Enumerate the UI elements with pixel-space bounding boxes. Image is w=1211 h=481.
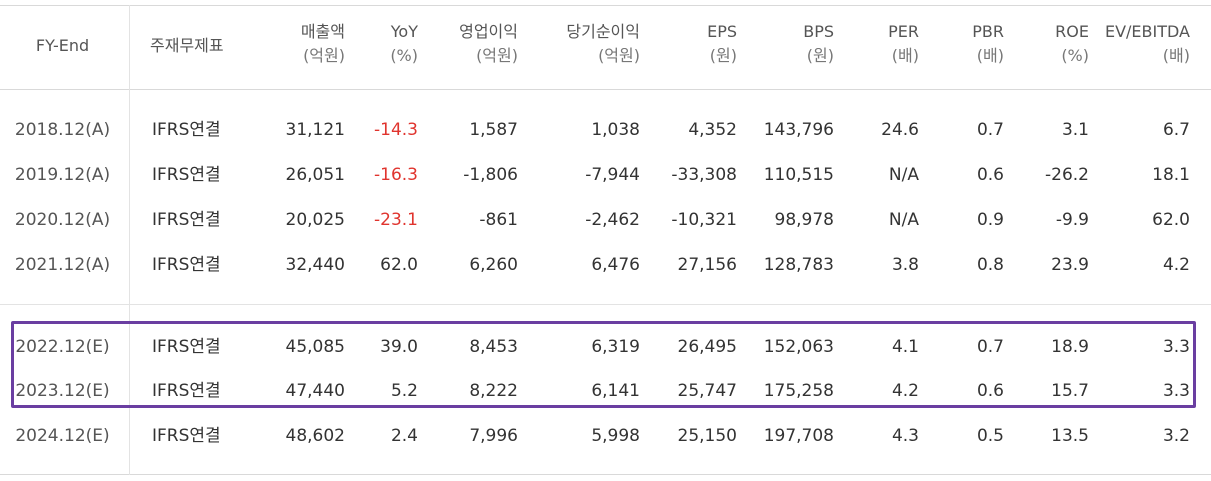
header-ev-ebitda: EV/EBITDA (배) (1104, 22, 1190, 65)
operating-profit-cell: 6,260 (469, 255, 518, 275)
header-roe: ROE (%) (1055, 22, 1089, 65)
operating-profit-cell: -1,806 (463, 165, 518, 185)
ev-ebitda-cell: 62.0 (1152, 210, 1190, 230)
bps-cell: 143,796 (763, 120, 834, 140)
ev-ebitda-cell: 6.7 (1162, 120, 1190, 140)
header-sales: 매출액 (억원) (300, 22, 345, 65)
roe-cell: 13.5 (1051, 426, 1089, 446)
roe-cell: -9.9 (1055, 210, 1089, 230)
table-row: 2020.12(A) IFRS연결 20,025 -23.1 -861 -2,4… (0, 198, 1211, 242)
statement-type-cell: IFRS연결 (152, 426, 221, 446)
yoy-cell: -16.3 (374, 165, 418, 185)
fy-end-cell: 2024.12(E) (15, 426, 110, 446)
net-income-cell: 5,998 (591, 426, 640, 446)
header-per: PER (배) (888, 22, 919, 65)
pbr-cell: 0.8 (976, 255, 1004, 275)
table-row: 2024.12(E) IFRS연결 48,602 2.4 7,996 5,998… (0, 414, 1211, 458)
net-income-cell: -2,462 (585, 210, 640, 230)
header-bps: BPS (원) (803, 22, 834, 65)
financial-summary-table: FY-End 주재무제표 매출액 (억원) YoY (%) 영업이익 (억원) 당기순… (0, 0, 1211, 481)
sales-cell: 31,121 (285, 120, 345, 140)
roe-cell: 3.1 (1061, 120, 1089, 140)
header-fy-end: FY-End (35, 36, 90, 55)
estimate-group-separator (0, 304, 1211, 305)
roe-cell: -26.2 (1045, 165, 1089, 185)
operating-profit-cell: -861 (479, 210, 518, 230)
bps-cell: 197,708 (763, 426, 834, 446)
eps-cell: 27,156 (677, 255, 737, 275)
per-cell: 24.6 (881, 120, 919, 140)
eps-cell: 4,352 (688, 120, 737, 140)
ev-ebitda-cell: 18.1 (1152, 165, 1190, 185)
bps-cell: 98,978 (774, 210, 834, 230)
pbr-cell: 0.9 (976, 210, 1004, 230)
per-cell: N/A (888, 165, 919, 185)
fy-end-cell: 2019.12(A) (14, 165, 111, 185)
yoy-cell: 62.0 (380, 255, 418, 275)
pbr-cell: 0.6 (976, 165, 1004, 185)
net-income-cell: -7,944 (585, 165, 640, 185)
pbr-cell: 0.5 (976, 426, 1004, 446)
sales-cell: 20,025 (285, 210, 345, 230)
header-pbr: PBR (배) (972, 22, 1004, 65)
sales-cell: 32,440 (285, 255, 345, 275)
sales-cell: 48,602 (285, 426, 345, 446)
header-yoy: YoY (%) (390, 22, 418, 65)
highlighted-estimate-rows (11, 321, 1196, 408)
eps-cell: 25,150 (677, 426, 737, 446)
yoy-cell: 2.4 (390, 426, 418, 446)
roe-cell: 23.9 (1051, 255, 1089, 275)
fy-end-cell: 2018.12(A) (14, 120, 111, 140)
ev-ebitda-cell: 3.2 (1162, 426, 1190, 446)
statement-type-cell: IFRS연결 (152, 165, 221, 185)
table-row: 2019.12(A) IFRS연결 26,051 -16.3 -1,806 -7… (0, 153, 1211, 197)
pbr-cell: 0.7 (976, 120, 1004, 140)
statement-type-cell: IFRS연결 (152, 255, 221, 275)
statement-type-cell: IFRS연결 (152, 120, 221, 140)
ev-ebitda-cell: 4.2 (1162, 255, 1190, 275)
table-bottom-border (0, 474, 1211, 475)
table-row: 2021.12(A) IFRS연결 32,440 62.0 6,260 6,47… (0, 243, 1211, 287)
table-row: 2018.12(A) IFRS연결 31,121 -14.3 1,587 1,0… (0, 108, 1211, 152)
header-statement-type: 주재무제표 (150, 36, 224, 55)
fy-end-cell: 2020.12(A) (14, 210, 111, 230)
statement-type-cell: IFRS연결 (152, 210, 221, 230)
per-cell: 4.3 (891, 426, 919, 446)
yoy-cell: -14.3 (374, 120, 418, 140)
yoy-cell: -23.1 (374, 210, 418, 230)
header-operating-profit: 영업이익 (억원) (459, 22, 518, 65)
net-income-cell: 1,038 (591, 120, 640, 140)
eps-cell: -33,308 (671, 165, 737, 185)
bps-cell: 110,515 (763, 165, 834, 185)
eps-cell: -10,321 (671, 210, 737, 230)
bps-cell: 128,783 (763, 255, 834, 275)
sales-cell: 26,051 (285, 165, 345, 185)
net-income-cell: 6,476 (591, 255, 640, 275)
operating-profit-cell: 7,996 (469, 426, 518, 446)
header-net-income: 당기순이익 (억원) (566, 22, 640, 65)
header-separator (0, 89, 1211, 90)
fy-end-cell: 2021.12(A) (14, 255, 111, 275)
operating-profit-cell: 1,587 (469, 120, 518, 140)
per-cell: N/A (888, 210, 919, 230)
per-cell: 3.8 (891, 255, 919, 275)
table-top-border (0, 5, 1211, 6)
header-eps: EPS (원) (707, 22, 737, 65)
